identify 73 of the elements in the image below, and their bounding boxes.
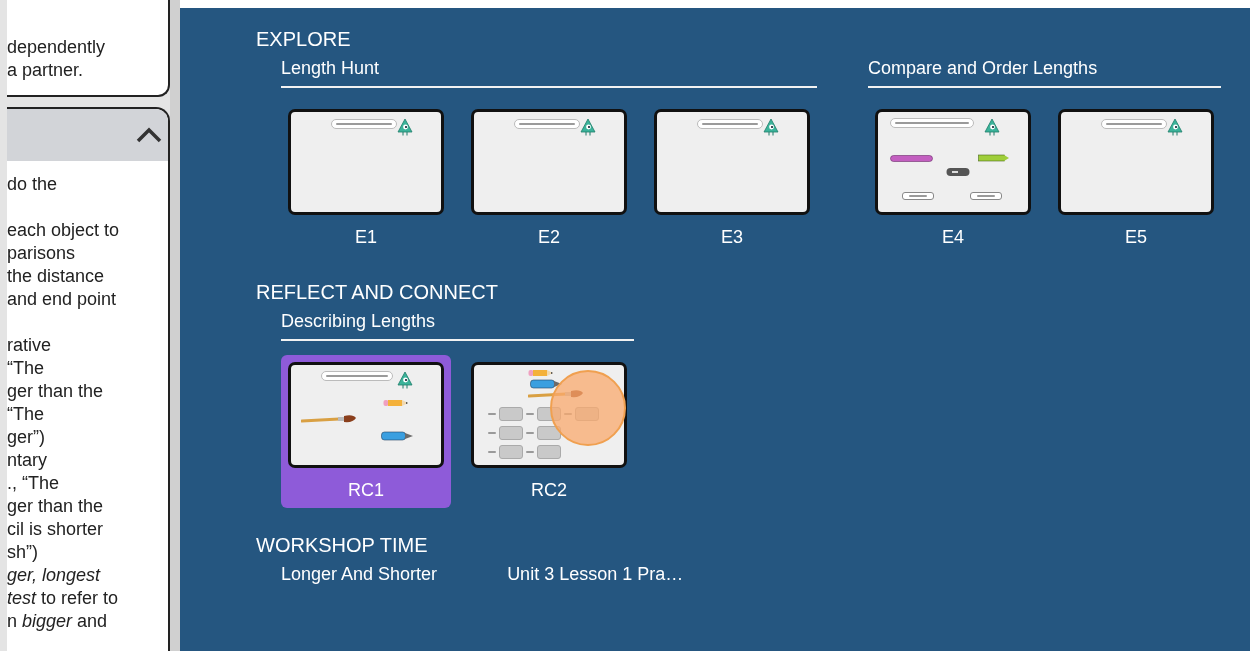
recorder-drawing (890, 154, 934, 163)
note-text: sh”) (7, 541, 39, 564)
crayon-drawing (978, 154, 1010, 162)
group-heading: Length Hunt (281, 57, 381, 80)
activity-label: E5 (1125, 226, 1147, 249)
activity-label: RC1 (348, 479, 384, 502)
note-text: ger than the (7, 380, 105, 403)
group-heading: Longer And Shorter (281, 563, 438, 586)
section-heading: REFLECT AND CONNECT (256, 280, 499, 305)
activity-card[interactable]: RC1 (281, 355, 451, 508)
slide-thumbnail[interactable] (288, 362, 444, 468)
triangle-mascot-icon (397, 118, 413, 136)
note-text: ger, longest (7, 564, 102, 587)
note-text: “The (7, 357, 45, 380)
triangle-mascot-icon (580, 118, 596, 136)
pencil-drawing (528, 369, 554, 377)
note-text: cil is shorter (7, 518, 105, 541)
speech-bubble (697, 119, 763, 129)
section-heading: WORKSHOP TIME (256, 533, 429, 558)
card-text: a partner. (7, 59, 85, 82)
marker-drawing (381, 431, 414, 441)
slide-thumbnail[interactable] (471, 109, 627, 215)
blank-field[interactable] (499, 445, 523, 459)
activity-label: E2 (538, 226, 560, 249)
note-text: ger”) (7, 426, 46, 449)
activity-label: E3 (721, 226, 743, 249)
eraser-drawing (946, 167, 970, 177)
triangle-mascot-icon (763, 118, 779, 136)
blank-field[interactable] (537, 445, 561, 459)
note-text: “The (7, 403, 45, 426)
chevron-up-icon[interactable] (136, 127, 162, 143)
note-text: parisons (7, 242, 77, 265)
blank-field[interactable] (537, 426, 561, 440)
note-text: ., “The (7, 472, 60, 495)
answer-button[interactable] (902, 192, 934, 200)
group-heading: Compare and Order Lengths (868, 57, 1099, 80)
note-text: rative (7, 334, 52, 357)
slide-thumbnail[interactable] (1058, 109, 1214, 215)
note-text: each object to (7, 219, 121, 242)
group-heading: Describing Lengths (281, 310, 437, 333)
answer-button[interactable] (970, 192, 1002, 200)
slide-thumbnail[interactable] (875, 109, 1031, 215)
activity-label: E4 (942, 226, 964, 249)
section-heading: EXPLORE (256, 27, 352, 52)
note-text: ger than the (7, 495, 105, 518)
activity-label: RC2 (531, 479, 567, 502)
speech-bubble (514, 119, 580, 129)
triangle-mascot-icon (984, 118, 1000, 136)
activity-card[interactable]: E3 (647, 102, 817, 255)
card-text: dependently (7, 36, 107, 59)
note-text: the distance (7, 265, 106, 288)
activity-label: E1 (355, 226, 377, 249)
blank-field[interactable] (499, 426, 523, 440)
blank-field[interactable] (499, 407, 523, 421)
speech-bubble (331, 119, 397, 129)
activity-card[interactable]: E4 (868, 102, 1038, 255)
activity-card[interactable]: E2 (464, 102, 634, 255)
note-text: ntary (7, 449, 49, 472)
group-heading: Unit 3 Lesson 1 Pra… (507, 563, 684, 586)
note-text: do the (7, 173, 59, 196)
paintbrush-drawing (301, 415, 357, 424)
note-text: and end point (7, 288, 118, 311)
pencil-drawing (383, 399, 409, 407)
slide-thumbnail[interactable] (288, 109, 444, 215)
slide-thumbnail[interactable] (654, 109, 810, 215)
triangle-mascot-icon (1167, 118, 1183, 136)
activity-card[interactable]: E1 (281, 102, 451, 255)
triangle-mascot-icon (397, 371, 413, 389)
note-text: test to refer to (7, 587, 120, 610)
speech-bubble (321, 371, 393, 381)
note-text: n bigger and (7, 610, 109, 633)
activity-card[interactable]: E5 (1051, 102, 1221, 255)
speech-bubble (1101, 119, 1167, 129)
